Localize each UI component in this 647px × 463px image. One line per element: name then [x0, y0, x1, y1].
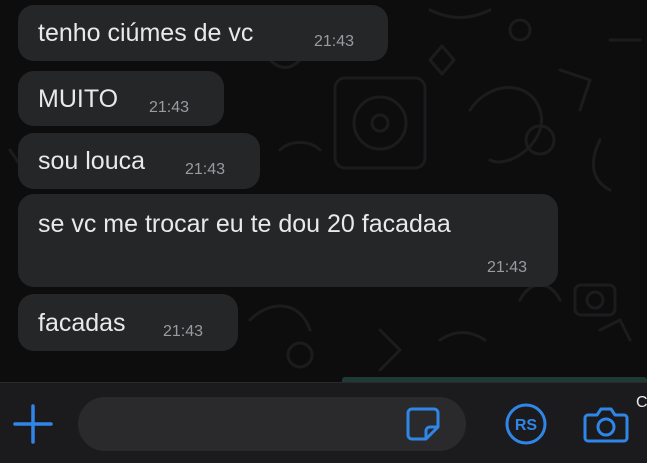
plus-icon[interactable]	[12, 403, 54, 445]
message-bubble[interactable]: MUITO 21:43	[18, 71, 224, 126]
message-text: facadas	[38, 309, 126, 337]
sticker-icon[interactable]	[402, 403, 444, 445]
rs-payment-icon[interactable]: RS	[503, 401, 549, 447]
message-input[interactable]	[96, 397, 400, 451]
message-time: 21:43	[185, 161, 226, 178]
message-bubble[interactable]: tenho ciúmes de vc 21:43	[18, 5, 388, 61]
message-text: tenho ciúmes de vc	[38, 19, 254, 47]
camera-icon[interactable]	[582, 401, 630, 447]
svg-text:RS: RS	[515, 417, 538, 434]
message-text: sou louca	[38, 147, 146, 175]
message-bubble[interactable]: facadas 21:43	[18, 294, 238, 351]
message-time: 21:43	[149, 99, 190, 116]
message-text: MUITO	[38, 85, 119, 113]
message-bubble[interactable]: sou louca 21:43	[18, 133, 260, 189]
edge-text: C	[636, 394, 647, 411]
chat-area: tenho ciúmes de vc 21:43 MUITO 21:43 sou…	[0, 0, 647, 382]
message-time: 21:43	[487, 259, 528, 276]
message-time: 21:43	[163, 323, 204, 340]
message-composer-bar: RS	[0, 382, 647, 463]
message-text: se vc me trocar eu te dou 20 facadaa	[38, 210, 451, 238]
message-time: 21:43	[314, 33, 355, 50]
message-bubble[interactable]: se vc me trocar eu te dou 20 facadaa 21:…	[18, 194, 558, 287]
